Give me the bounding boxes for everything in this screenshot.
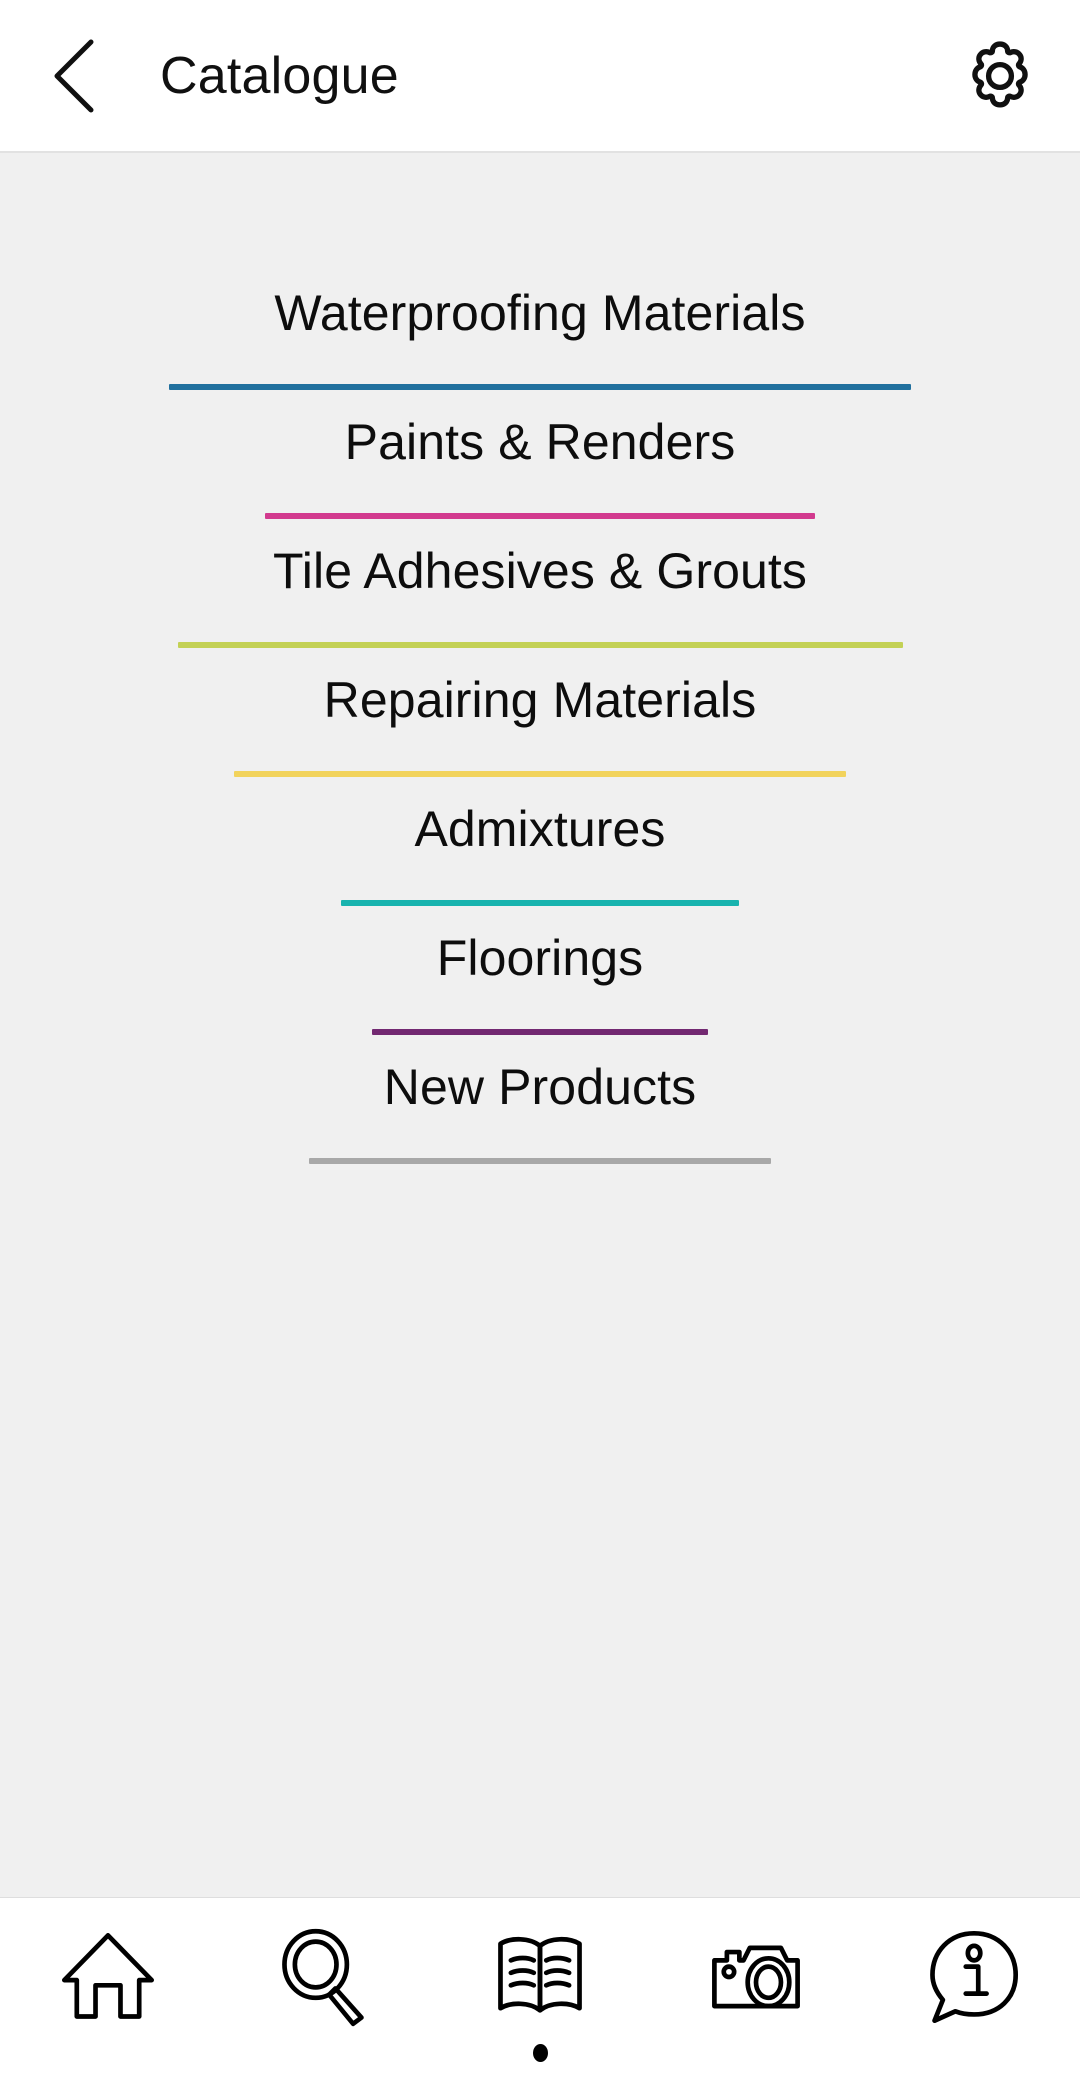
category-label: Repairing Materials (323, 672, 757, 728)
category-underline (177, 642, 903, 648)
nav-active-dot (532, 2044, 548, 2062)
category-underline (372, 1029, 708, 1035)
nav-item-search[interactable] (216, 1922, 432, 2100)
nav-item-catalogue[interactable] (432, 1922, 648, 2100)
category-underline (169, 384, 911, 390)
chevron-left-icon (47, 36, 103, 116)
page-title: Catalogue (160, 46, 399, 105)
category-item-repairing-materials[interactable]: Repairing Materials (0, 672, 1080, 777)
nav-item-home[interactable] (0, 1922, 216, 2100)
category-item-admixtures[interactable]: Admixtures (0, 801, 1080, 906)
category-label: Admixtures (414, 801, 666, 857)
category-label: Waterproofing Materials (274, 285, 806, 341)
category-item-paints-renders[interactable]: Paints & Renders (0, 414, 1080, 519)
category-underline (341, 900, 739, 906)
category-item-tile-adhesives-grouts[interactable]: Tile Adhesives & Grouts (0, 543, 1080, 648)
category-label: Floorings (436, 930, 644, 986)
category-item-new-products[interactable]: New Products (0, 1059, 1080, 1164)
info-bubble-icon (920, 1922, 1024, 2032)
search-icon (272, 1922, 376, 2032)
camera-icon (704, 1922, 808, 2032)
catalogue-screen: Catalogue Waterproofing Materials Paints… (0, 0, 1080, 2100)
nav-item-camera[interactable] (648, 1922, 864, 2100)
gear-icon (962, 38, 1038, 114)
category-underline (265, 513, 815, 519)
open-book-icon (488, 1922, 592, 2032)
category-label: Tile Adhesives & Grouts (272, 543, 807, 599)
category-underline (234, 771, 846, 777)
back-button[interactable] (30, 31, 120, 121)
home-icon (56, 1922, 160, 2032)
category-label: Paints & Renders (344, 414, 736, 470)
category-label: New Products (383, 1059, 697, 1115)
category-list: Waterproofing Materials Paints & Renders… (0, 153, 1080, 1898)
app-bar: Catalogue (0, 0, 1080, 153)
category-underline (309, 1158, 771, 1164)
category-item-floorings[interactable]: Floorings (0, 930, 1080, 1035)
category-item-waterproofing-materials[interactable]: Waterproofing Materials (0, 285, 1080, 390)
bottom-navigation (0, 1898, 1080, 2100)
nav-item-info[interactable] (864, 1922, 1080, 2100)
settings-button[interactable] (952, 28, 1048, 124)
